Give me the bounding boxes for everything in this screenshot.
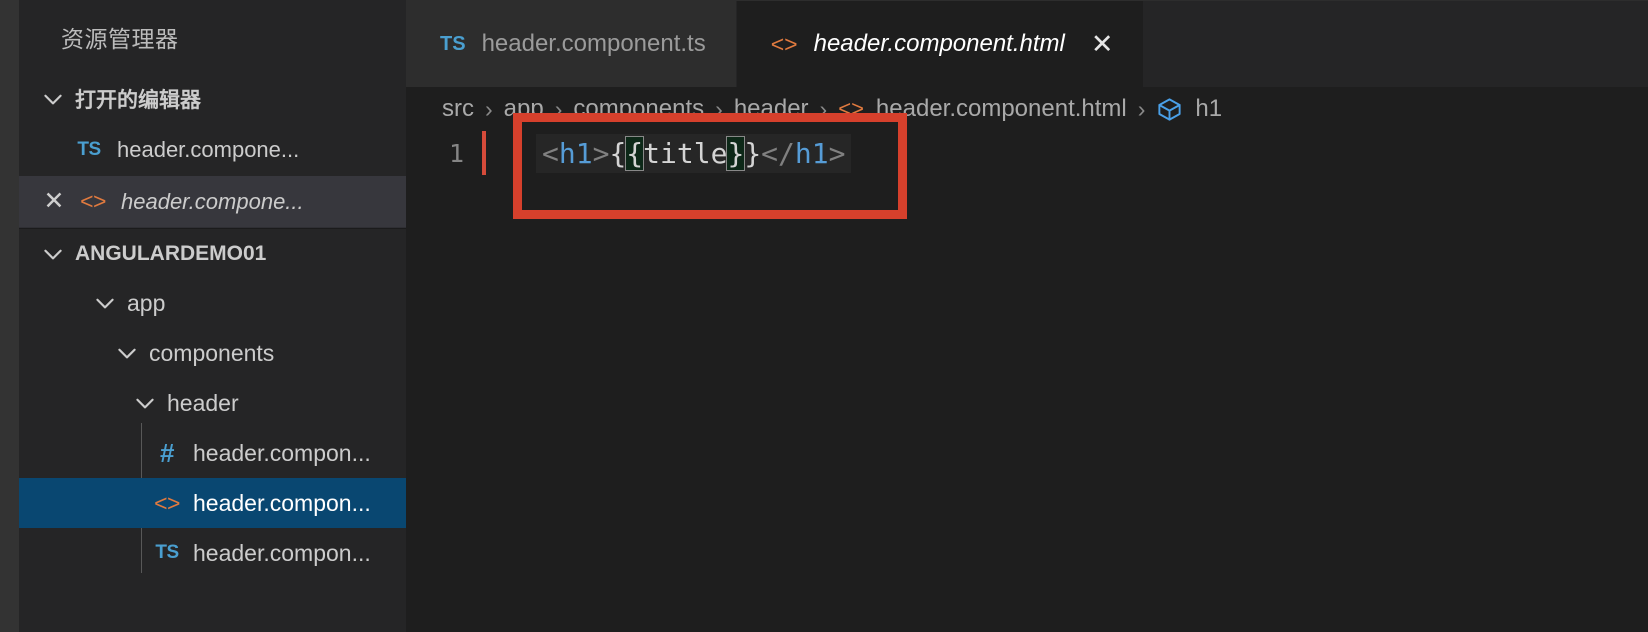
html-file-icon: <> <box>770 30 798 57</box>
breadcrumb-label: header <box>733 95 809 122</box>
chevron-down-icon <box>129 387 161 419</box>
breadcrumb-label: src <box>442 95 474 122</box>
chevron-down-icon <box>37 238 69 270</box>
code-token: h1 <box>794 136 829 170</box>
breadcrumb-separator-icon: › <box>819 95 828 122</box>
close-icon[interactable]: ✕ <box>35 183 73 221</box>
breadcrumb-label: components <box>573 95 705 122</box>
tab-header-component-ts[interactable]: TS header.component.ts <box>406 1 737 87</box>
breadcrumb-separator-icon: › <box>554 95 563 122</box>
breadcrumb-separator-icon: › <box>715 95 723 122</box>
tree-item-components[interactable]: components <box>19 328 406 378</box>
activity-bar[interactable] <box>0 0 19 632</box>
css-file-icon: # <box>160 437 174 468</box>
tree-item-label: header <box>167 389 239 416</box>
breadcrumb-label: header.component.html <box>875 95 1127 122</box>
open-editors-list: TS header.compone... ✕ <> header.compone… <box>19 124 406 228</box>
section-project-label: ANGULARDEMO01 <box>75 241 267 265</box>
editor-area: TS header.component.ts <> header.compone… <box>406 0 1648 632</box>
tab-bar-empty-space <box>1144 1 1648 87</box>
tab-label: header.component.ts <box>481 30 706 57</box>
tree-item-ts-file[interactable]: TS header.compon... <box>19 528 406 578</box>
breadcrumb-separator-icon: › <box>1137 95 1146 122</box>
code-token: { <box>609 136 627 170</box>
ts-file-icon: TS <box>77 139 101 160</box>
text-cursor <box>482 131 486 175</box>
line-number: 1 <box>448 138 464 168</box>
breadcrumb-item-app[interactable]: app <box>504 95 544 123</box>
code-token: h1 <box>558 136 593 170</box>
tree-item-css-file[interactable]: # header.compon... <box>19 428 406 478</box>
tab-bar: TS header.component.ts <> header.compone… <box>406 0 1648 87</box>
tree-item-label: components <box>149 339 275 366</box>
bracket-match-highlight: { <box>625 135 645 171</box>
code-line-1[interactable]: 1 <h1>{{title}}</h1> <box>406 131 1648 175</box>
tree-item-label: app <box>127 289 166 316</box>
open-editor-item-label: header.compone... <box>117 137 300 162</box>
code-token: > <box>828 136 846 170</box>
chevron-down-icon <box>111 337 143 369</box>
tree-item-label: header.compon... <box>193 539 371 566</box>
open-editor-item-label: header.compone... <box>121 188 304 214</box>
file-tree: app components header # header.compon...… <box>19 278 406 632</box>
code-token: > <box>592 136 610 170</box>
tree-item-html-file[interactable]: <> header.compon... <box>19 478 406 528</box>
section-project[interactable]: ANGULARDEMO01 <box>19 228 406 278</box>
tab-label: header.component.html <box>813 30 1065 57</box>
section-open-editors-label: 打开的编辑器 <box>75 89 201 112</box>
code-token: } <box>744 136 762 170</box>
explorer-sidebar: 资源管理器 打开的编辑器 TS header.compone... ✕ <> h… <box>19 0 406 632</box>
html-file-icon: <> <box>154 489 180 516</box>
breadcrumb-label: h1 <box>1195 95 1223 122</box>
tree-item-app[interactable]: app <box>19 278 406 328</box>
code-line-content[interactable]: <h1>{{title}}</h1> <box>536 133 852 173</box>
html-file-icon: <> <box>80 188 106 214</box>
close-icon[interactable]: ✕ <box>1091 30 1114 58</box>
section-open-editors[interactable]: 打开的编辑器 <box>19 74 406 124</box>
code-token: < <box>542 136 559 170</box>
code-token: </ <box>761 136 795 170</box>
code-token: title <box>643 136 728 170</box>
tree-item-label: header.compon... <box>193 489 371 516</box>
code-editor[interactable]: 1 <h1>{{title}}</h1> <box>406 131 1648 632</box>
breadcrumb-item-components[interactable]: components <box>573 95 704 123</box>
bracket-match-highlight: } <box>726 135 746 171</box>
ts-file-icon: TS <box>155 542 179 563</box>
tab-header-component-html[interactable]: <> header.component.html ✕ <box>736 1 1145 87</box>
symbol-cube-icon <box>1156 96 1183 123</box>
breadcrumb-item-symbol-h1[interactable]: h1 <box>1156 95 1222 123</box>
ts-file-icon: TS <box>440 32 466 55</box>
breadcrumb-item-header[interactable]: header <box>734 95 809 123</box>
breadcrumb-separator-icon: › <box>485 95 493 122</box>
breadcrumb: src › app › components › header › <> hea… <box>406 87 1648 131</box>
breadcrumb-item-src[interactable]: src <box>442 95 474 123</box>
vscode-window: 资源管理器 打开的编辑器 TS header.compone... ✕ <> h… <box>0 0 1648 632</box>
open-editor-item-ts[interactable]: TS header.compone... <box>19 124 406 176</box>
explorer-title: 资源管理器 <box>19 0 406 74</box>
tree-item-header[interactable]: header <box>19 378 406 428</box>
chevron-down-icon <box>37 83 69 115</box>
breadcrumb-item-file[interactable]: <> header.component.html <box>838 95 1127 123</box>
open-editor-item-html[interactable]: ✕ <> header.compone... <box>19 176 406 228</box>
html-file-icon: <> <box>838 96 864 121</box>
chevron-down-icon <box>89 287 121 319</box>
tree-item-label: header.compon... <box>193 439 371 466</box>
breadcrumb-label: app <box>503 95 544 122</box>
